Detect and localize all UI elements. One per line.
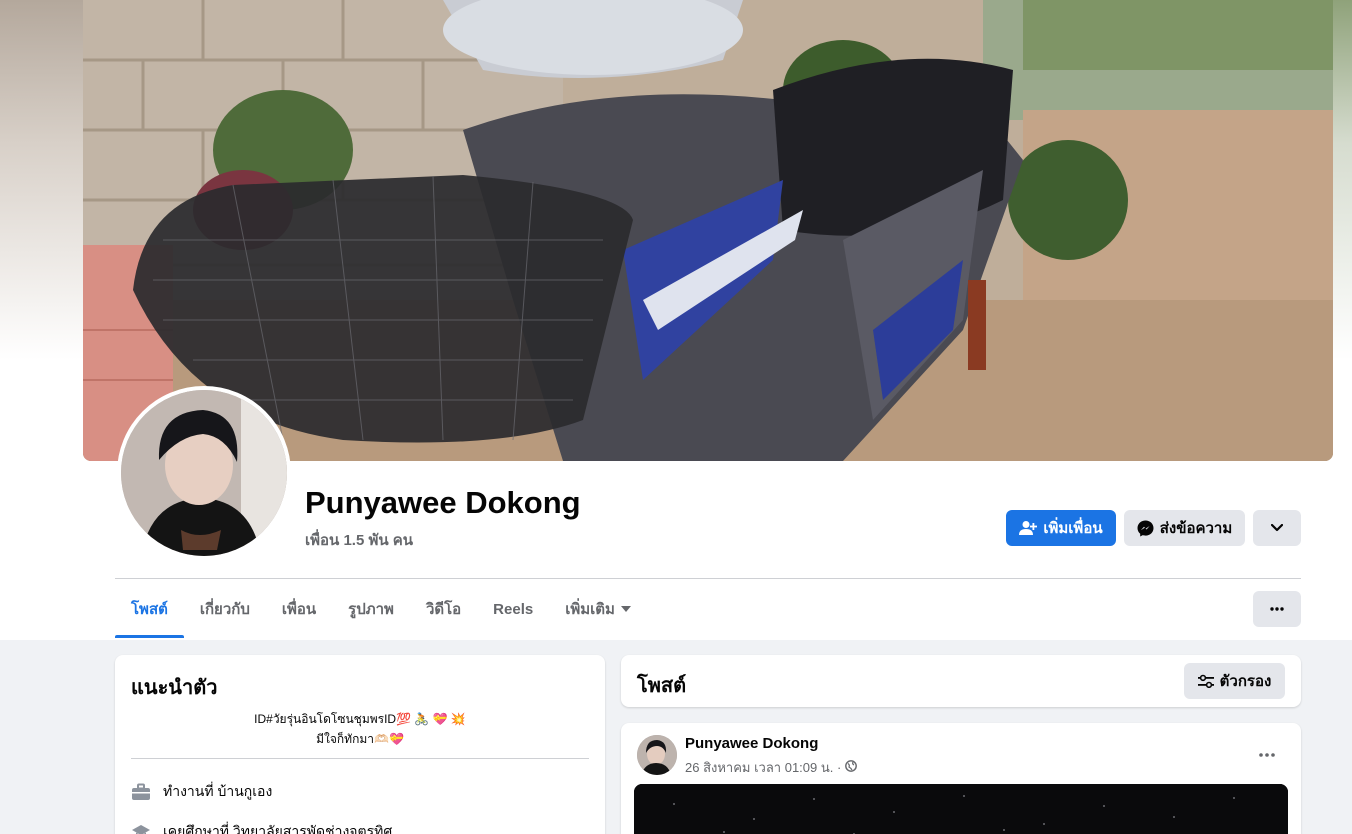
tab-friends[interactable]: เพื่อน [266, 580, 332, 638]
post-timestamp[interactable]: 26 สิงหาคม เวลา 01:09 น. · [685, 757, 858, 778]
intro-education-row: เคยศึกษาที่ วิทยาลัยสารพัดช่างจตุรทิศ [131, 821, 392, 834]
post-author-avatar[interactable] [637, 735, 677, 775]
add-friend-label: เพิ่มเพื่อน [1043, 520, 1103, 537]
tab-videos-label: วิดีโอ [425, 601, 462, 618]
tab-more-label: เพิ่มเติม [565, 601, 615, 618]
more-dots-icon [1259, 744, 1275, 762]
profile-name: Punyawee Dokong [305, 485, 581, 520]
intro-card: แนะนำตัว ID#วัยรุ่นอินโดโซนชุมพรID💯 🚴 💝 … [115, 655, 605, 834]
cover-photo[interactable] [83, 0, 1333, 461]
tab-photos-label: รูปภาพ [348, 601, 394, 618]
post-media-image [634, 784, 1288, 834]
posts-title: โพสต์ [637, 675, 687, 697]
messenger-icon [1137, 520, 1154, 537]
bio-line-2: มีใจก็ทักมา🫶🏻💝 [316, 732, 404, 746]
cover-blur-right [1333, 0, 1352, 360]
add-friend-button[interactable]: เพิ่มเพื่อน [1006, 510, 1116, 546]
more-options-button[interactable] [1253, 591, 1301, 627]
intro-work-row: ทำงานที่ บ้านกูเอง [131, 781, 272, 803]
tab-posts[interactable]: โพสต์ [115, 580, 184, 638]
post-options-button[interactable] [1249, 735, 1285, 771]
graduation-cap-icon [131, 822, 151, 834]
globe-icon [845, 760, 858, 775]
post-author-name[interactable]: Punyawee Dokong [685, 735, 818, 752]
person-plus-icon [1019, 520, 1038, 536]
tab-more[interactable]: เพิ่มเติม [549, 580, 647, 638]
tab-photos[interactable]: รูปภาพ [332, 580, 410, 638]
profile-tabs: โพสต์ เกี่ยวกับ เพื่อน รูปภาพ วิดีโอ Ree… [115, 580, 647, 638]
chevron-down-icon [1271, 524, 1283, 532]
profile-dropdown-button[interactable] [1253, 510, 1301, 546]
intro-education-text: เคยศึกษาที่ วิทยาลัยสารพัดช่างจตุรทิศ [163, 823, 393, 834]
tab-posts-label: โพสต์ [131, 601, 168, 618]
cover-photo-image [83, 0, 1333, 461]
header-divider [115, 578, 1301, 579]
caret-down-icon [620, 606, 631, 612]
friends-count[interactable]: เพื่อน 1.5 พัน คน [305, 528, 413, 552]
filter-label: ตัวกรอง [1219, 673, 1272, 690]
intro-title: แนะนำตัว [131, 677, 218, 699]
posts-header-card: โพสต์ ตัวกรอง [621, 655, 1301, 707]
post-card: Punyawee Dokong 26 สิงหาคม เวลา 01:09 น.… [621, 723, 1301, 834]
intro-divider [131, 758, 589, 759]
tab-friends-label: เพื่อน [281, 601, 317, 618]
tab-about[interactable]: เกี่ยวกับ [184, 580, 266, 638]
filter-sliders-icon [1197, 674, 1214, 688]
tab-reels-label: Reels [493, 600, 534, 618]
tab-about-label: เกี่ยวกับ [199, 601, 250, 618]
tab-reels[interactable]: Reels [477, 580, 549, 638]
tab-videos[interactable]: วิดีโอ [410, 580, 477, 638]
profile-picture-image [121, 390, 287, 556]
cover-blur-left [0, 0, 83, 360]
intro-work-text: ทำงานที่ บ้านกูเอง [163, 783, 273, 799]
bio-line-1: ID#วัยรุ่นอินโดโซนชุมพรID💯 🚴 💝 💥 [254, 712, 466, 726]
message-button[interactable]: ส่งข้อความ [1124, 510, 1245, 546]
more-dots-icon [1270, 607, 1284, 611]
message-label: ส่งข้อความ [1159, 520, 1233, 537]
post-media[interactable] [634, 784, 1288, 834]
briefcase-icon [131, 782, 151, 802]
profile-picture[interactable] [117, 386, 291, 560]
filter-button[interactable]: ตัวกรอง [1184, 663, 1285, 699]
post-date-text: 26 สิงหาคม เวลา 01:09 น. · [685, 760, 842, 775]
